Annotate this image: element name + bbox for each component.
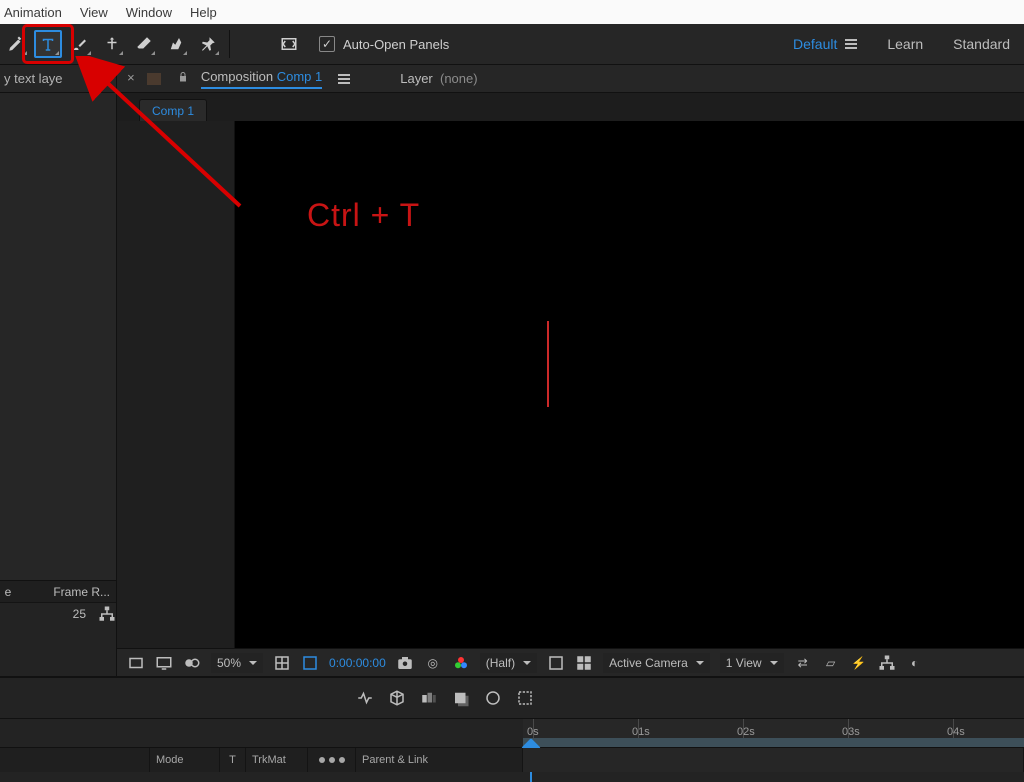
composition-subtabs: Comp 1	[117, 93, 1024, 121]
col-parent-link[interactable]: Parent & Link	[356, 748, 523, 772]
composition-panel: × Composition Comp 1 Layer (none) Comp 1…	[116, 64, 1024, 676]
project-list: e Frame R... 25	[0, 580, 116, 676]
brush-tool-icon[interactable]	[66, 30, 94, 58]
grid-guides-icon[interactable]	[575, 654, 593, 672]
monitor-icon[interactable]	[155, 654, 173, 672]
timeline-toolbar	[0, 678, 1024, 718]
lock-icon[interactable]	[177, 71, 189, 86]
project-header-text: y text laye	[4, 71, 63, 86]
snapshot-icon[interactable]	[396, 654, 414, 672]
workspace-standard[interactable]: Standard	[953, 36, 1010, 52]
3d-layer-icon[interactable]	[388, 689, 406, 707]
views-dropdown[interactable]: 1 View	[720, 653, 784, 673]
flowchart-small-icon[interactable]	[878, 654, 896, 672]
composition-tab-bar: × Composition Comp 1 Layer (none)	[117, 65, 1024, 93]
composition-gutter	[117, 121, 235, 648]
project-panel-header: y text laye »	[0, 65, 116, 93]
col-trkmat[interactable]: TrkMat	[246, 748, 308, 772]
workspace-default[interactable]: Default	[793, 36, 857, 52]
timeline-track-area[interactable]	[523, 748, 1024, 772]
region-of-interest-icon[interactable]	[547, 654, 565, 672]
subtab-comp1[interactable]: Comp 1	[139, 99, 207, 121]
clone-stamp-tool-icon[interactable]	[98, 30, 126, 58]
project-item-framerate: 25	[46, 607, 98, 621]
composition-canvas[interactable]: Ctrl + T	[235, 121, 1024, 648]
draft-3d-icon[interactable]	[516, 689, 534, 707]
timeline-column-headers: Mode T TrkMat Parent & Link	[0, 748, 1024, 782]
project-empty-region	[0, 93, 116, 580]
menu-window[interactable]: Window	[126, 5, 172, 20]
work-area-bar[interactable]	[523, 738, 1024, 747]
menu-view[interactable]: View	[80, 5, 108, 20]
transparency-grid-icon[interactable]	[301, 654, 319, 672]
panel-menu-icon[interactable]	[338, 74, 350, 84]
col-header-framerate: Frame R...	[46, 585, 116, 599]
viewer-timecode[interactable]: 0:00:00:00	[329, 656, 386, 670]
timeline-ruler[interactable]: 0s 01s 02s 03s 04s	[0, 718, 1024, 748]
col-mode[interactable]: Mode	[150, 748, 220, 772]
checkbox-checked-icon: ✓	[319, 36, 335, 52]
hamburger-icon	[845, 39, 857, 49]
menu-bar: Animation View Window Help	[0, 0, 1024, 24]
tool-bar: ✓ Auto-Open Panels Default Learn Standar…	[0, 24, 1024, 64]
ruler-tick-04s: 04s	[947, 726, 965, 738]
toggle-alpha-icon[interactable]	[127, 654, 145, 672]
project-item-row[interactable]: 25	[0, 603, 116, 625]
menu-animation[interactable]: Animation	[4, 5, 62, 20]
composition-thumb-icon	[147, 73, 161, 85]
mask-toggle-icon[interactable]	[183, 654, 201, 672]
type-tool-icon[interactable]	[34, 30, 62, 58]
tab-layer[interactable]: Layer (none)	[400, 71, 477, 86]
project-panel: y text laye » e Frame R... 25	[0, 64, 116, 676]
timeline-panel: 0s 01s 02s 03s 04s Mode T TrkMat Parent …	[0, 676, 1024, 782]
camera-dropdown[interactable]: Active Camera	[603, 653, 710, 673]
viewer-options-bar: 50% 0:00:00:00 ◎ (Half) Active Camera 1 …	[117, 648, 1024, 676]
text-insertion-caret	[547, 321, 549, 407]
share-view-icon[interactable]: ⇄	[794, 654, 812, 672]
shy-toggle-icon[interactable]	[356, 689, 374, 707]
annotation-shortcut-text: Ctrl + T	[307, 197, 420, 234]
workspace-switcher: Default Learn Standard	[793, 36, 1024, 52]
pen-tool-icon[interactable]	[2, 30, 30, 58]
pixel-aspect-icon[interactable]: ▱	[822, 654, 840, 672]
frame-blend-icon[interactable]	[420, 689, 438, 707]
resolution-dropdown[interactable]: (Half)	[480, 653, 537, 673]
workspace-learn[interactable]: Learn	[887, 36, 923, 52]
show-snapshot-icon[interactable]: ◎	[424, 654, 442, 672]
flowchart-icon[interactable]	[98, 605, 116, 623]
channel-icon[interactable]	[452, 654, 470, 672]
col-switch-group[interactable]	[308, 748, 356, 772]
motion-blur-icon[interactable]	[452, 689, 470, 707]
tab-composition[interactable]: Composition Comp 1	[201, 69, 322, 89]
fast-preview-icon[interactable]: ⚡	[850, 654, 868, 672]
panel-toggle-icon[interactable]	[275, 30, 303, 58]
ruler-tick-01s: 01s	[632, 726, 650, 738]
col-t[interactable]: T	[220, 748, 246, 772]
eraser-tool-icon[interactable]	[130, 30, 158, 58]
auto-open-panels-label: Auto-Open Panels	[343, 37, 449, 52]
puppet-pin-tool-icon[interactable]	[194, 30, 222, 58]
zoom-dropdown[interactable]: 50%	[211, 653, 263, 673]
resolution-grid-icon[interactable]	[273, 654, 291, 672]
graph-editor-icon[interactable]	[484, 689, 502, 707]
ruler-tick-02s: 02s	[737, 726, 755, 738]
auto-open-panels-toggle[interactable]: ✓ Auto-Open Panels	[319, 36, 449, 52]
close-panel-icon[interactable]: ×	[127, 71, 135, 86]
ruler-tick-03s: 03s	[842, 726, 860, 738]
project-columns-header[interactable]: e Frame R...	[0, 581, 116, 603]
exposure-icon[interactable]: ◐	[906, 654, 924, 672]
col-header-e: e	[0, 585, 16, 599]
roto-brush-tool-icon[interactable]	[162, 30, 190, 58]
menu-help[interactable]: Help	[190, 5, 217, 20]
